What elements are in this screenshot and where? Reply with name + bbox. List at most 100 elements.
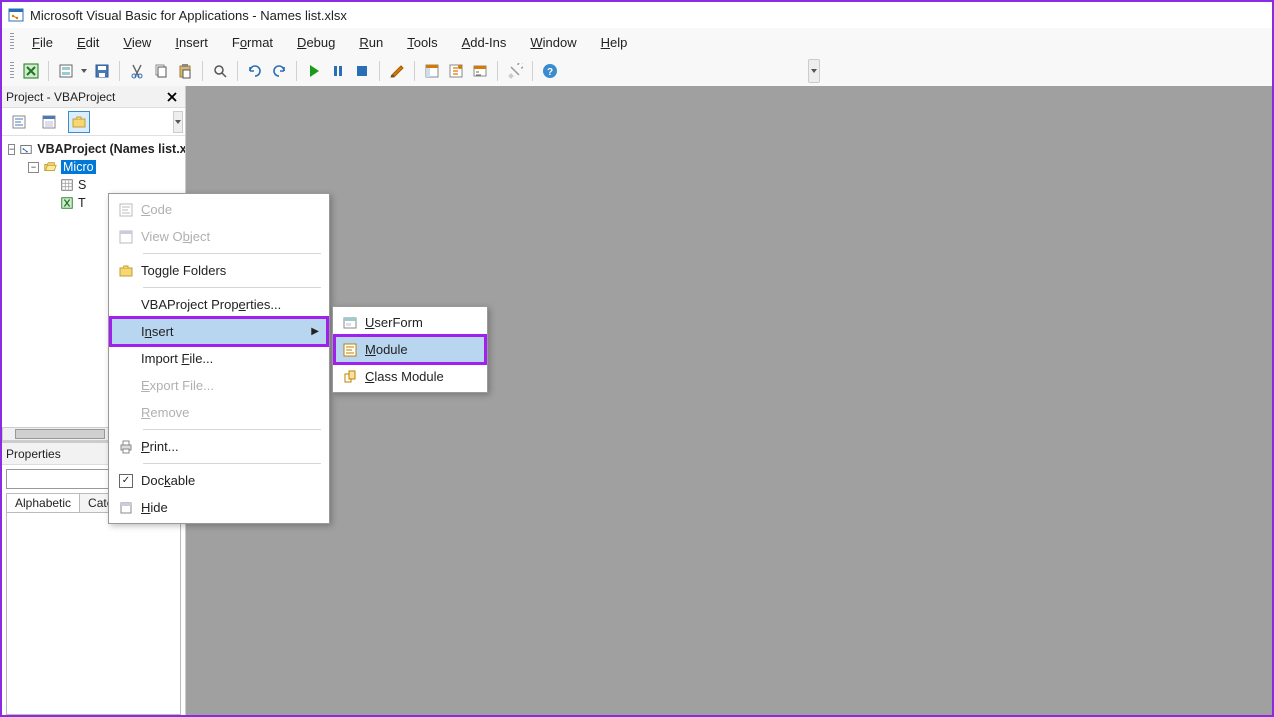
toolbar-sep bbox=[296, 61, 297, 81]
project-icon bbox=[19, 142, 33, 156]
ctx-insert[interactable]: Insert ▶ bbox=[111, 318, 327, 345]
menu-insert[interactable]: Insert bbox=[165, 31, 218, 54]
class-module-icon bbox=[342, 369, 358, 385]
sub-class-module[interactable]: Class Module bbox=[335, 363, 485, 390]
project-panel-close-icon[interactable] bbox=[163, 88, 181, 106]
svg-text:?: ? bbox=[547, 67, 553, 78]
sub-module[interactable]: Module bbox=[335, 336, 485, 363]
insert-dropdown[interactable] bbox=[79, 67, 89, 75]
toolbar-sep bbox=[414, 61, 415, 81]
tab-alphabetic[interactable]: Alphabetic bbox=[6, 493, 80, 512]
vba-app-icon bbox=[8, 7, 24, 23]
menu-format[interactable]: Format bbox=[222, 31, 283, 54]
insert-component-icon[interactable] bbox=[55, 60, 77, 82]
toolbar-sep bbox=[202, 61, 203, 81]
ctx-separator bbox=[143, 429, 321, 430]
workbook-icon bbox=[60, 196, 74, 210]
design-mode-icon[interactable] bbox=[386, 60, 408, 82]
run-icon[interactable] bbox=[303, 60, 325, 82]
scrollbar-thumb[interactable] bbox=[15, 429, 105, 439]
toolbar-sep bbox=[532, 61, 533, 81]
tree-folder-excel-objects[interactable]: − Micro bbox=[2, 158, 185, 176]
menu-run[interactable]: Run bbox=[349, 31, 393, 54]
ctx-toggle-folders[interactable]: Toggle Folders bbox=[111, 257, 327, 284]
excel-icon[interactable] bbox=[20, 60, 42, 82]
view-object-icon[interactable] bbox=[38, 111, 60, 133]
break-icon[interactable] bbox=[327, 60, 349, 82]
ctx-vbaproj-properties[interactable]: VBAProject Properties... bbox=[111, 291, 327, 318]
tree-item-label: T bbox=[78, 196, 86, 210]
module-icon bbox=[342, 342, 358, 358]
properties-list[interactable] bbox=[6, 512, 181, 715]
properties-window-icon[interactable] bbox=[445, 60, 467, 82]
submenu-arrow-icon: ▶ bbox=[311, 326, 319, 337]
ctx-import-file[interactable]: Import File... bbox=[111, 345, 327, 372]
object-browser-icon[interactable] bbox=[469, 60, 491, 82]
tree-root-label: VBAProject (Names list.xlsx) bbox=[37, 142, 185, 156]
menu-bar: File Edit View Insert Format Debug Run T… bbox=[2, 28, 1272, 56]
toolbar-sep bbox=[119, 61, 120, 81]
cut-icon[interactable] bbox=[126, 60, 148, 82]
code-icon bbox=[118, 202, 134, 218]
copy-icon[interactable] bbox=[150, 60, 172, 82]
menu-file[interactable]: File bbox=[22, 31, 63, 54]
insert-submenu: UserForm Module Class Module bbox=[332, 306, 488, 393]
menu-addins[interactable]: Add-Ins bbox=[452, 31, 517, 54]
project-context-menu: Code View Object Toggle Folders VBAProje… bbox=[108, 193, 330, 524]
redo-icon[interactable] bbox=[268, 60, 290, 82]
ctx-dockable[interactable]: ✓ Dockable bbox=[111, 467, 327, 494]
sub-userform[interactable]: UserForm bbox=[335, 309, 485, 336]
view-code-icon[interactable] bbox=[8, 111, 30, 133]
project-explorer-icon[interactable] bbox=[421, 60, 443, 82]
reset-icon[interactable] bbox=[351, 60, 373, 82]
menu-help[interactable]: Help bbox=[591, 31, 638, 54]
menu-window[interactable]: Window bbox=[520, 31, 586, 54]
window-title: Microsoft Visual Basic for Applications … bbox=[30, 8, 347, 23]
save-icon[interactable] bbox=[91, 60, 113, 82]
tree-root[interactable]: − VBAProject (Names list.xlsx) bbox=[2, 140, 185, 158]
collapse-icon[interactable]: − bbox=[28, 162, 39, 173]
ctx-view-object[interactable]: View Object bbox=[111, 223, 327, 250]
ctx-toggle-folders-label: Toggle Folders bbox=[141, 263, 226, 278]
collapse-icon[interactable]: − bbox=[8, 144, 15, 155]
menu-tools[interactable]: Tools bbox=[397, 31, 447, 54]
folder-icon bbox=[118, 263, 134, 279]
ctx-separator bbox=[143, 287, 321, 288]
toolbar-grip[interactable] bbox=[10, 62, 14, 80]
toggle-folders-icon[interactable] bbox=[68, 111, 90, 133]
ctx-print[interactable]: Print... bbox=[111, 433, 327, 460]
menu-view[interactable]: View bbox=[113, 31, 161, 54]
toolbar-overflow[interactable] bbox=[808, 59, 820, 83]
toolbar-sep bbox=[379, 61, 380, 81]
help-icon[interactable]: ? bbox=[539, 60, 561, 82]
menu-debug[interactable]: Debug bbox=[287, 31, 345, 54]
tree-sheet-item[interactable]: S bbox=[2, 176, 185, 194]
folder-open-icon bbox=[43, 160, 57, 174]
checkmark-icon: ✓ bbox=[119, 474, 133, 488]
ctx-hide[interactable]: Hide bbox=[111, 494, 327, 521]
worksheet-icon bbox=[60, 178, 74, 192]
menu-grip[interactable] bbox=[10, 33, 14, 51]
toolbox-icon[interactable] bbox=[504, 60, 526, 82]
find-icon[interactable] bbox=[209, 60, 231, 82]
undo-icon[interactable] bbox=[244, 60, 266, 82]
menu-edit[interactable]: Edit bbox=[67, 31, 109, 54]
toolbar-sep bbox=[237, 61, 238, 81]
userform-icon bbox=[342, 315, 358, 331]
project-panel-header: Project - VBAProject bbox=[2, 86, 185, 108]
project-toolbar-overflow[interactable] bbox=[173, 111, 183, 133]
ctx-view-code[interactable]: Code bbox=[111, 196, 327, 223]
ctx-export-file[interactable]: Export File... bbox=[111, 372, 327, 399]
tree-folder-label: Micro bbox=[61, 160, 96, 174]
properties-panel-title: Properties bbox=[6, 447, 61, 461]
tree-item-label: S bbox=[78, 178, 86, 192]
ctx-separator bbox=[143, 463, 321, 464]
project-panel-title: Project - VBAProject bbox=[6, 90, 115, 104]
title-bar: Microsoft Visual Basic for Applications … bbox=[2, 2, 1272, 28]
printer-icon bbox=[118, 439, 134, 455]
ctx-separator bbox=[143, 253, 321, 254]
object-icon bbox=[118, 229, 134, 245]
paste-icon[interactable] bbox=[174, 60, 196, 82]
toolbar-sep bbox=[497, 61, 498, 81]
ctx-remove[interactable]: Remove bbox=[111, 399, 327, 426]
